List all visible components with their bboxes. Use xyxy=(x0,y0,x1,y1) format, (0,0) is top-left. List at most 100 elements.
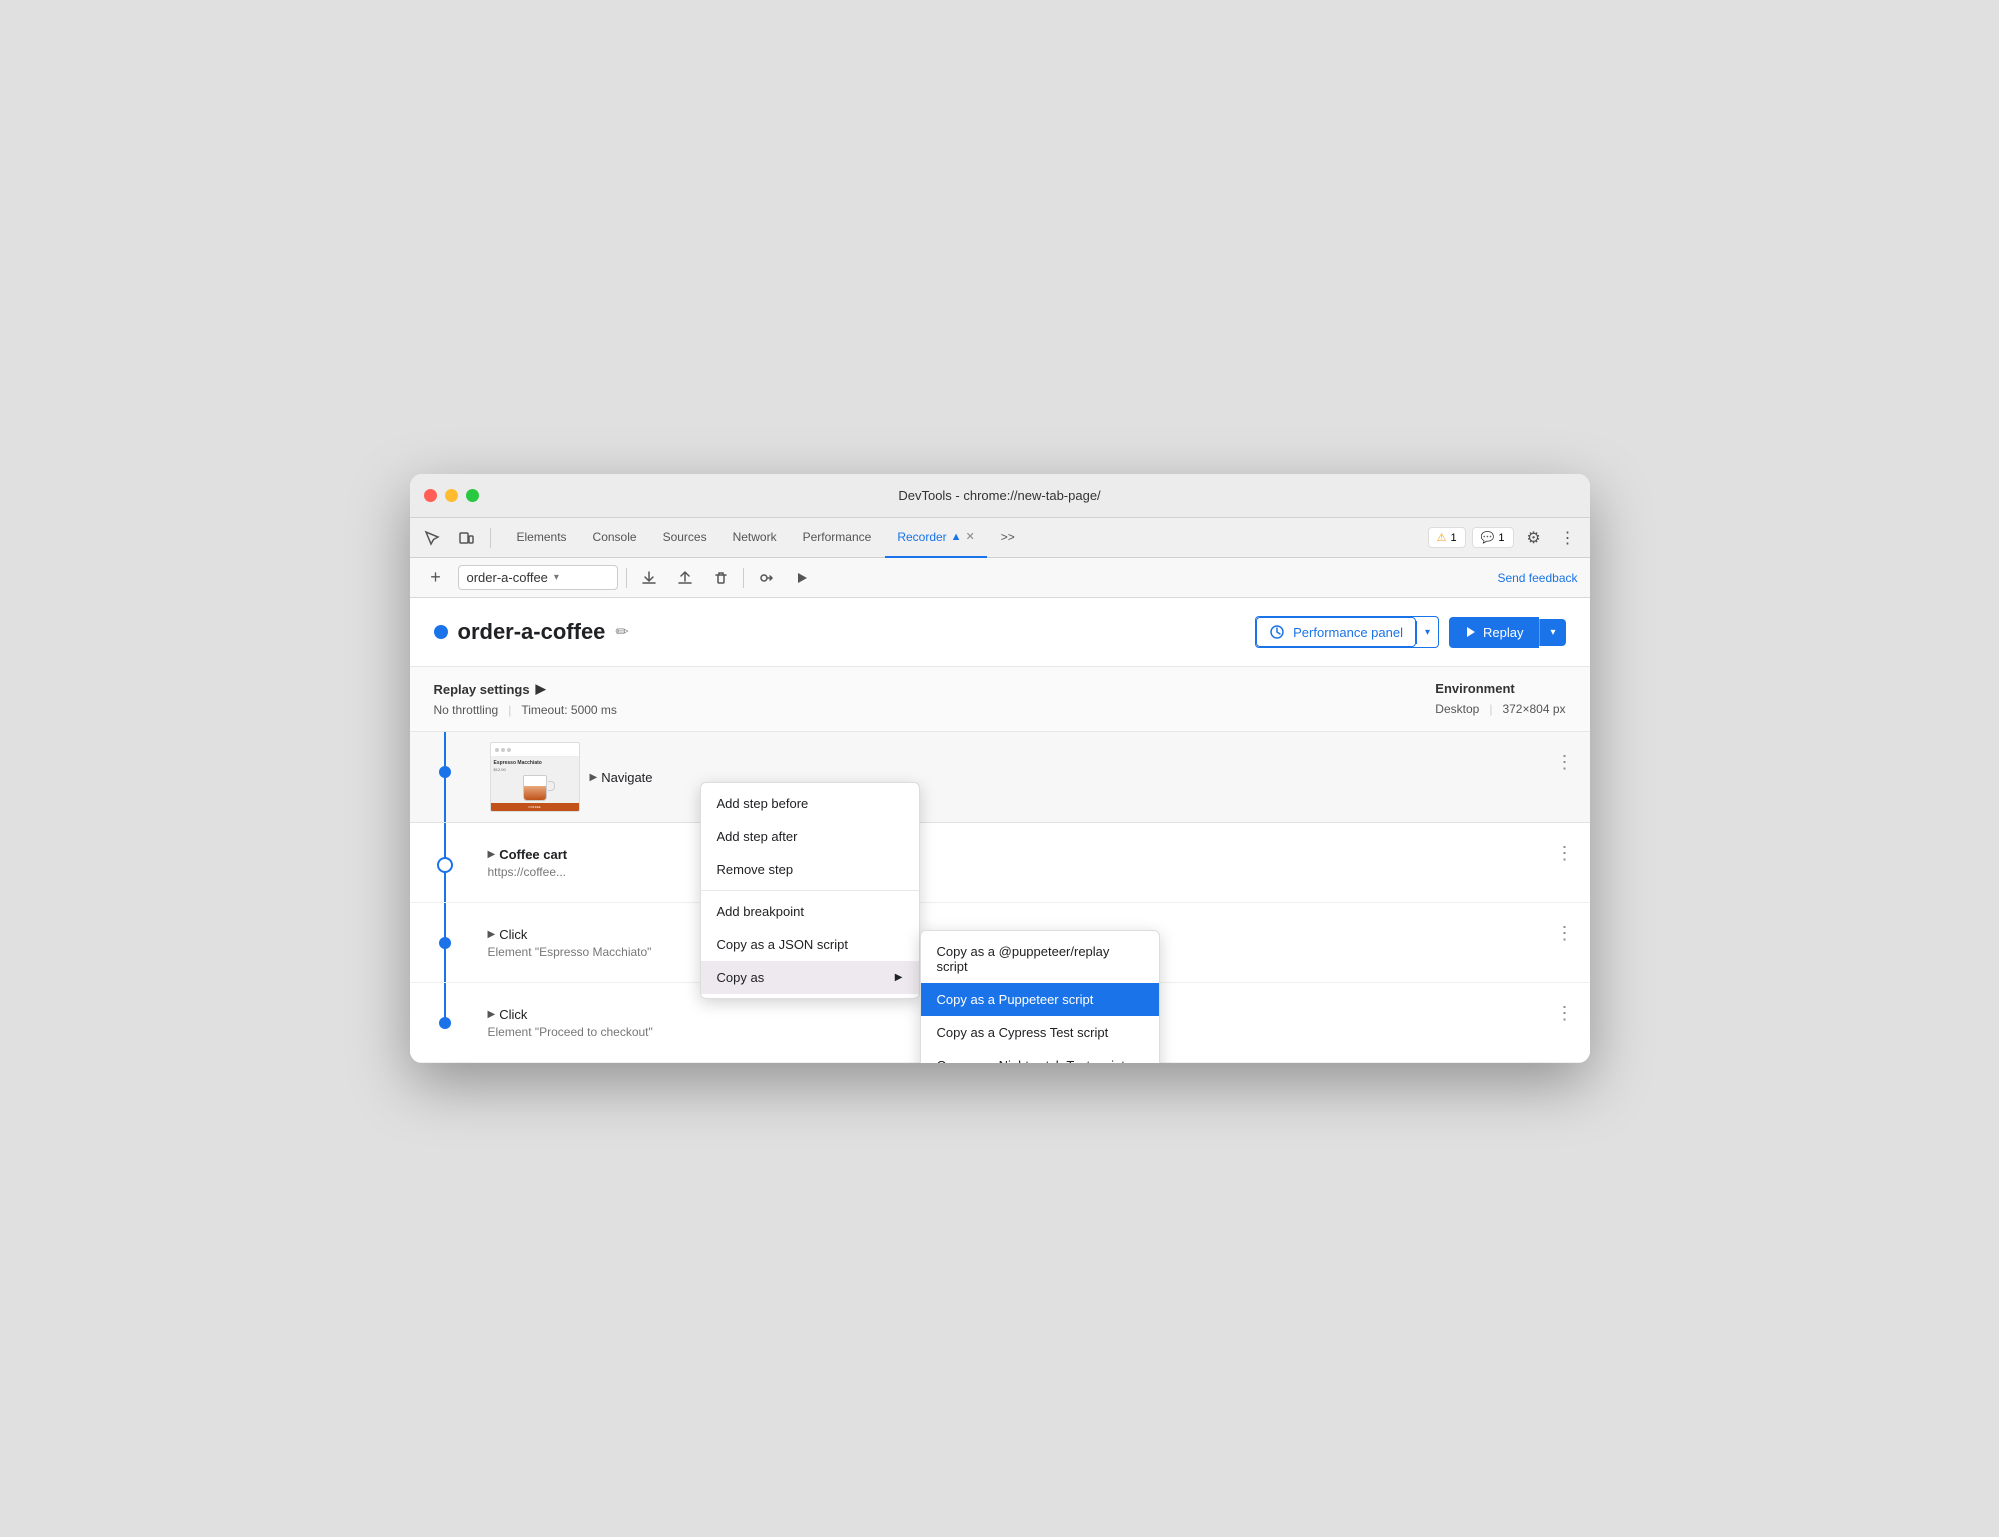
warning-icon: ⚠ xyxy=(1437,531,1447,544)
tab-more[interactable]: >> xyxy=(989,518,1027,558)
replay-start-button[interactable] xyxy=(788,564,816,592)
environment-label: Environment xyxy=(1435,681,1565,696)
timeline-dot-3 xyxy=(439,1017,451,1029)
context-menu-container: Add step before Add step after Remove st… xyxy=(700,782,920,999)
info-badge[interactable]: 💬 1 xyxy=(1472,527,1514,548)
edit-title-icon[interactable]: ✏ xyxy=(615,622,628,642)
expand-arrow-icon[interactable]: ▶ xyxy=(488,929,496,940)
step-menu-button-0[interactable]: ⋮ xyxy=(1540,732,1590,822)
performance-panel-dropdown[interactable]: ▾ xyxy=(1416,621,1438,644)
expand-arrow-icon[interactable]: ▶ xyxy=(488,849,496,860)
more-options-icon[interactable]: ⋮ xyxy=(1554,524,1582,552)
ctx-divider-1 xyxy=(701,890,919,891)
info-icon: 💬 xyxy=(1481,531,1495,544)
tab-sources[interactable]: Sources xyxy=(651,518,719,558)
recording-name-dropdown[interactable]: order-a-coffee ▾ xyxy=(458,565,618,590)
title-bar: DevTools - chrome://new-tab-page/ xyxy=(410,474,1590,518)
recorder-tab-icon: ▲ xyxy=(951,531,962,543)
nav-icons xyxy=(418,524,495,552)
replay-dropdown-button[interactable]: ▾ xyxy=(1539,619,1565,646)
submenu: Copy as a @puppeteer/replay script Copy … xyxy=(920,930,1160,1063)
ctx-add-step-after[interactable]: Add step after xyxy=(701,820,919,853)
steps-area: Espresso Macchiato $12.00 COFFEE xyxy=(410,732,1590,1063)
record-button[interactable] xyxy=(752,564,780,592)
thumbnail-image: Espresso Macchiato $12.00 COFFEE xyxy=(490,742,580,812)
performance-panel-button[interactable]: Performance panel xyxy=(1256,617,1416,647)
recording-header: order-a-coffee ✏ Performance panel ▾ Rep… xyxy=(410,598,1590,667)
ctx-copy-as[interactable]: Copy as ▶ xyxy=(701,961,919,994)
send-feedback-link[interactable]: Send feedback xyxy=(1497,571,1577,585)
toolbar-divider-2 xyxy=(743,568,744,588)
tab-elements[interactable]: Elements xyxy=(505,518,579,558)
step-menu-button-3[interactable]: ⋮ xyxy=(1540,983,1590,1062)
step-menu-button-1[interactable]: ⋮ xyxy=(1540,823,1590,902)
close-tab-icon[interactable]: ✕ xyxy=(966,530,975,543)
traffic-lights xyxy=(424,489,479,502)
ctx-copy-puppeteer[interactable]: Copy as a Puppeteer script xyxy=(921,983,1159,1016)
toolbar: + order-a-coffee ▾ Send feedback xyxy=(410,558,1590,598)
ctx-copy-json[interactable]: Copy as a JSON script xyxy=(701,928,919,961)
recording-status-dot xyxy=(434,625,448,639)
step-subtitle-1: https://coffee... xyxy=(488,865,1532,879)
device-mode-icon[interactable] xyxy=(452,524,480,552)
replay-main-button[interactable]: Replay xyxy=(1449,617,1539,648)
minimize-button[interactable] xyxy=(445,489,458,502)
expand-arrow-icon[interactable]: ▶ xyxy=(590,772,598,783)
ctx-copy-cypress[interactable]: Copy as a Cypress Test script xyxy=(921,1016,1159,1049)
ctx-copy-nightwatch[interactable]: Copy as a Nightwatch Test script xyxy=(921,1049,1159,1063)
toolbar-divider-1 xyxy=(626,568,627,588)
context-menu: Add step before Add step after Remove st… xyxy=(700,782,920,999)
ctx-copy-puppeteer-replay[interactable]: Copy as a @puppeteer/replay script xyxy=(921,935,1159,983)
table-row: Espresso Macchiato $12.00 COFFEE xyxy=(410,732,1590,823)
step-content-1: ▶ Coffee cart https://coffee... xyxy=(480,823,1540,902)
expand-settings-icon: ▶ xyxy=(536,681,546,697)
ctx-add-breakpoint[interactable]: Add breakpoint xyxy=(701,895,919,928)
step-timeline-2 xyxy=(410,903,480,982)
tab-network[interactable]: Network xyxy=(721,518,789,558)
settings-icon[interactable]: ⚙ xyxy=(1520,524,1548,552)
settings-area: Replay settings ▶ No throttling | Timeou… xyxy=(410,667,1590,732)
nav-divider-1 xyxy=(490,528,491,548)
thumb-nav xyxy=(491,743,579,757)
nav-badges: ⚠ 1 💬 1 ⚙ ⋮ xyxy=(1428,524,1582,552)
replay-settings-label[interactable]: Replay settings ▶ xyxy=(434,681,617,697)
recording-title: order-a-coffee xyxy=(458,619,606,645)
step-timeline-3 xyxy=(410,983,480,1062)
step-timeline-1 xyxy=(410,823,480,902)
window-title: DevTools - chrome://new-tab-page/ xyxy=(898,488,1100,503)
add-recording-button[interactable]: + xyxy=(422,564,450,592)
tab-performance[interactable]: Performance xyxy=(791,518,884,558)
step-timeline-0 xyxy=(410,732,480,822)
timeline-dot-2 xyxy=(439,937,451,949)
close-button[interactable] xyxy=(424,489,437,502)
main-content: order-a-coffee ✏ Performance panel ▾ Rep… xyxy=(410,598,1590,1063)
inspect-icon[interactable] xyxy=(418,524,446,552)
settings-right: Environment Desktop | 372×804 px xyxy=(1435,681,1565,717)
timeline-dot-0 xyxy=(439,766,451,778)
step-title-1: ▶ Coffee cart xyxy=(488,847,1532,862)
ctx-remove-step[interactable]: Remove step xyxy=(701,853,919,886)
environment-values: Desktop | 372×804 px xyxy=(1435,702,1565,716)
settings-left: Replay settings ▶ No throttling | Timeou… xyxy=(434,681,617,717)
import-button[interactable] xyxy=(671,564,699,592)
tab-recorder[interactable]: Recorder ▲ ✕ xyxy=(885,518,986,558)
devtools-window: DevTools - chrome://new-tab-page/ Elemen… xyxy=(410,474,1590,1063)
delete-button[interactable] xyxy=(707,564,735,592)
table-row: ▶ Coffee cart https://coffee... ⋮ xyxy=(410,823,1590,903)
tab-console[interactable]: Console xyxy=(581,518,649,558)
timeline-dot-outline-1 xyxy=(437,857,453,873)
dropdown-arrow-icon: ▾ xyxy=(554,572,559,583)
expand-arrow-icon[interactable]: ▶ xyxy=(488,1009,496,1020)
replay-button-group: Replay ▾ xyxy=(1449,617,1566,648)
step-thumbnail-0: Espresso Macchiato $12.00 COFFEE xyxy=(480,732,590,822)
maximize-button[interactable] xyxy=(466,489,479,502)
export-button[interactable] xyxy=(635,564,663,592)
header-buttons: Performance panel ▾ Replay ▾ xyxy=(1255,616,1565,648)
settings-values: No throttling | Timeout: 5000 ms xyxy=(434,703,617,717)
recording-title-area: order-a-coffee ✏ xyxy=(434,619,629,645)
warning-badge[interactable]: ⚠ 1 xyxy=(1428,527,1466,548)
submenu-arrow-icon: ▶ xyxy=(895,972,903,983)
step-menu-button-2[interactable]: ⋮ xyxy=(1540,903,1590,982)
devtools-nav: Elements Console Sources Network Perform… xyxy=(410,518,1590,558)
ctx-add-step-before[interactable]: Add step before xyxy=(701,787,919,820)
